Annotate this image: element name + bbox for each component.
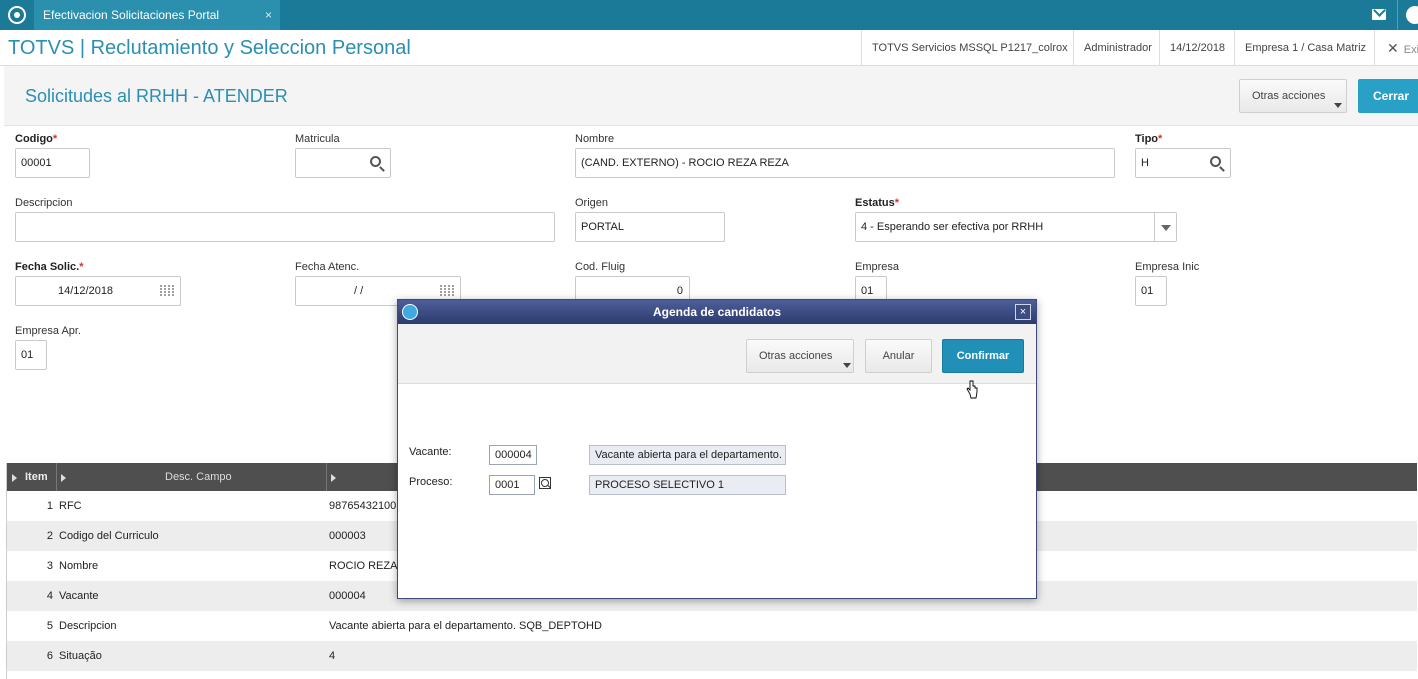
other-actions-label: Otras acciones (1252, 90, 1326, 102)
hand-cursor-icon (966, 380, 978, 399)
page-title: Solicitudes al RRHH - ATENDER (25, 86, 288, 106)
cod-fluig-label: Cod. Fluig (575, 261, 626, 273)
app-title: TOTVS | Reclutamiento y Seleccion Person… (8, 37, 411, 59)
nombre-label: Nombre (575, 133, 615, 145)
sort-icon (12, 474, 17, 482)
column-item[interactable]: Item (7, 463, 57, 491)
other-actions-button[interactable]: Otras acciones (1239, 79, 1347, 113)
dialog-title: Agenda de candidatos (652, 305, 782, 319)
mail-icon[interactable] (1372, 9, 1386, 20)
codigo-label: Codigo* (15, 133, 58, 145)
app-header: TOTVS | Reclutamiento y Seleccion Person… (0, 30, 1418, 66)
exit-label: Exi (1403, 44, 1418, 56)
totvs-logo-icon[interactable] (8, 6, 26, 24)
user-info: Administrador (1073, 30, 1162, 66)
close-button[interactable]: Cerrar (1358, 79, 1418, 113)
estatus-label: Estatus* (855, 197, 900, 209)
tab-close-icon[interactable]: × (265, 0, 272, 30)
table-row[interactable]: 5 Descripcion Vacante abierta para el de… (7, 611, 1417, 641)
help-icon[interactable] (1406, 6, 1418, 24)
lookup-search-icon[interactable] (539, 477, 551, 489)
vacante-desc-field: Vacante abierta para el departamento. S (589, 445, 786, 465)
empresa-apr-label: Empresa Apr. (15, 325, 82, 337)
proceso-code-field[interactable]: 0001 (489, 475, 535, 495)
chevron-down-icon (843, 363, 851, 368)
descripcion-label: Descripcion (15, 197, 73, 209)
descripcion-field[interactable] (15, 212, 555, 242)
sort-icon (331, 474, 336, 482)
top-tab-bar: Efectivacion Solicitaciones Portal [02.9… (0, 0, 1418, 52)
close-icon: ✕ (1387, 40, 1399, 56)
origen-label: Origen (575, 197, 609, 209)
table-row[interactable]: 6 Situação 4 (7, 641, 1417, 671)
dialog-app-icon (402, 304, 418, 320)
fecha-atenc-label: Fecha Atenc. (295, 261, 360, 273)
dialog-toolbar: Otras acciones Anular Confirmar (398, 324, 1036, 399)
calendar-icon[interactable] (440, 285, 456, 297)
vacante-label: Vacante: (409, 446, 452, 458)
fecha-solic-label: Fecha Solic.* (15, 261, 84, 273)
empresa-label: Empresa (855, 261, 900, 273)
exit-button[interactable]: ✕ Exi (1374, 30, 1418, 66)
estatus-select[interactable]: 4 - Esperando ser efectiva por RRHH (855, 212, 1177, 242)
dialog-other-actions-button[interactable]: Otras acciones (746, 339, 854, 373)
tipo-label: Tipo* (1135, 133, 1163, 145)
origen-field[interactable]: PORTAL (575, 212, 725, 242)
tab-efectivacion[interactable]: Efectivacion Solicitaciones Portal [02.9… (34, 0, 280, 52)
matricula-field[interactable] (295, 148, 391, 178)
company-info: Empresa 1 / Casa Matriz (1234, 30, 1376, 66)
search-icon[interactable] (370, 156, 381, 167)
divider (1397, 0, 1398, 30)
empresa-apr-field[interactable]: 01 (15, 340, 47, 370)
matricula-label: Matricula (295, 133, 340, 145)
server-info: TOTVS Servicios MSSQL P1217_colrox (861, 30, 1078, 66)
page-header: Solicitudes al RRHH - ATENDER Otras acci… (4, 66, 1418, 126)
vacante-code-field[interactable]: 000004 (489, 445, 537, 465)
agenda-candidatos-dialog: Agenda de candidatos × Otras acciones An… (397, 299, 1037, 599)
date-info: 14/12/2018 (1159, 30, 1235, 66)
nombre-field[interactable]: (CAND. EXTERNO) - ROCIO REZA REZA (575, 148, 1115, 178)
confirmar-button[interactable]: Confirmar (942, 339, 1024, 373)
proceso-label: Proceso: (409, 476, 453, 488)
dialog-title-bar[interactable]: Agenda de candidatos × (398, 300, 1036, 324)
empresa-inic-field[interactable]: 01 (1135, 276, 1167, 306)
chevron-down-icon (1334, 103, 1342, 108)
search-icon[interactable] (1210, 156, 1221, 167)
calendar-icon[interactable] (160, 285, 176, 297)
fecha-solic-field[interactable]: 14/12/2018 (15, 276, 181, 306)
column-desc-campo[interactable]: Desc. Campo (57, 463, 327, 491)
empresa-inic-label: Empresa Inic (1135, 261, 1200, 273)
proceso-desc-field: PROCESO SELECTIVO 1 (589, 475, 786, 495)
chevron-down-icon[interactable] (1154, 213, 1176, 241)
tipo-field[interactable]: H (1135, 148, 1231, 178)
dialog-close-icon[interactable]: × (1015, 304, 1031, 320)
anular-button[interactable]: Anular (865, 339, 932, 373)
sort-icon (61, 474, 66, 482)
codigo-field[interactable]: 00001 (15, 148, 90, 178)
